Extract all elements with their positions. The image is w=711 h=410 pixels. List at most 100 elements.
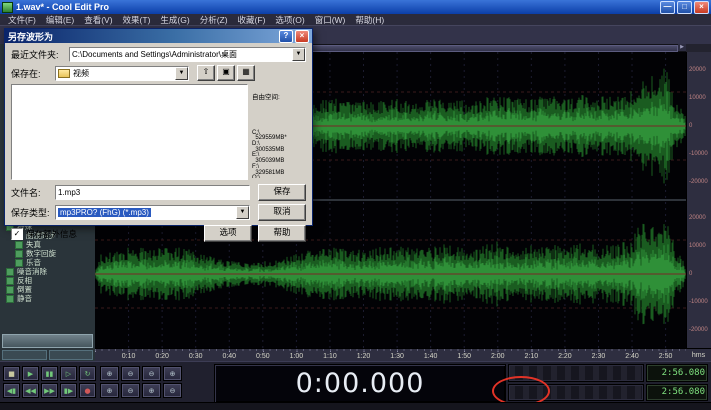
menu-bar: 文件(F)编辑(E)查看(V)效果(T)生成(G)分析(Z)收藏(F)选项(O)…: [0, 14, 711, 25]
zoom-selection-button[interactable]: ⊕: [163, 366, 182, 381]
free-space-line: Q:\: [252, 176, 306, 178]
menu-item[interactable]: 窗口(W): [310, 14, 351, 26]
free-space-panel: 自由空间: C:\ 529559MB*D:\ 300535MBE:\ 30503…: [252, 84, 306, 178]
amplitude-ruler[interactable]: 20000100000-10000-2000020000100000-10000…: [686, 52, 711, 348]
menu-item[interactable]: 收藏(F): [233, 14, 271, 26]
sidebar-tab-1[interactable]: [2, 350, 47, 360]
save-in-select[interactable]: 视频 ▼: [55, 66, 189, 81]
tree-item-label: 静音: [17, 294, 32, 303]
sidebar-bottom-button[interactable]: [2, 334, 93, 348]
menu-item[interactable]: 编辑(E): [41, 14, 79, 26]
fast-forward-button[interactable]: ▶▶: [41, 383, 58, 398]
menu-item[interactable]: 文件(F): [3, 14, 41, 26]
amplitude-label: -10000: [689, 151, 708, 157]
go-to-end-button[interactable]: ▮▶: [60, 383, 77, 398]
time-ruler-label: 2:30: [592, 353, 606, 360]
filetype-value: mp3PRO? (FhG) (*.mp3): [58, 208, 151, 217]
tree-item-label: 反相: [17, 276, 32, 285]
time-ruler-label: 1:40: [424, 353, 438, 360]
play-button[interactable]: ▶: [22, 366, 39, 381]
recent-folder-label: 最近文件夹:: [11, 48, 69, 61]
zoom-full-button[interactable]: ⊖: [142, 366, 161, 381]
effect-icon: [6, 295, 14, 303]
save-in-value: 视频: [73, 68, 89, 79]
save-button[interactable]: 保存: [258, 184, 306, 201]
app-icon: [2, 2, 13, 13]
new-folder-icon[interactable]: ▣: [217, 65, 235, 81]
dialog-close-icon[interactable]: ×: [295, 30, 309, 43]
menu-item[interactable]: 分析(Z): [195, 14, 233, 26]
file-list[interactable]: [11, 84, 248, 180]
info-row: 2:56.080: [508, 364, 708, 382]
menu-item[interactable]: 帮助(H): [350, 14, 389, 26]
length-time-value: 2:56.080: [646, 384, 708, 402]
free-space-title: 自由空间:: [252, 95, 306, 101]
chevron-down-icon[interactable]: ▼: [292, 48, 305, 61]
menu-item[interactable]: 查看(V): [79, 14, 117, 26]
record-button[interactable]: ●: [79, 383, 96, 398]
window-title: 1.wav* - Cool Edit Pro: [16, 2, 109, 12]
zoom-out-vertical-button[interactable]: ⊖: [121, 383, 140, 398]
time-ruler-label: 1:00: [290, 353, 304, 360]
time-ruler-label: 1:50: [457, 353, 471, 360]
filetype-select[interactable]: mp3PRO? (FhG) (*.mp3) ▼: [55, 205, 250, 220]
length-time-value: 2:56.080: [646, 364, 708, 382]
folder-icon: [58, 69, 70, 78]
app-window: 1.wav* - Cool Edit Pro — □ × 文件(F)编辑(E)查…: [0, 0, 711, 410]
time-ruler-label: 0:30: [189, 353, 203, 360]
tree-item[interactable]: 噪音消除: [2, 267, 94, 276]
filename-input[interactable]: 1.mp3: [55, 185, 250, 200]
sidebar-tab-2[interactable]: [49, 350, 94, 360]
tree-item[interactable]: 数字回旋: [2, 249, 94, 258]
zoom-in-vertical-button[interactable]: ⊕: [100, 383, 119, 398]
rewind-button[interactable]: ◀◀: [22, 383, 39, 398]
recent-folder-value: C:\Documents and Settings\Administrator\…: [72, 49, 237, 60]
effect-icon: [6, 277, 14, 285]
options-button[interactable]: 选项: [204, 225, 252, 242]
tree-item-label: 数字回旋: [26, 249, 56, 258]
zoom-out-button[interactable]: ⊖: [121, 366, 140, 381]
extra-info-checkbox[interactable]: ✓: [11, 228, 23, 240]
stop-button[interactable]: ■: [3, 366, 20, 381]
close-button[interactable]: ×: [694, 1, 709, 14]
time-ruler-label: 2:50: [659, 353, 673, 360]
pause-button[interactable]: ▮▮: [41, 366, 58, 381]
zoom-left-edge-button[interactable]: ⊕: [142, 383, 161, 398]
save-in-label: 保存在:: [11, 67, 55, 80]
tree-item[interactable]: 反相: [2, 276, 94, 285]
dialog-title-bar[interactable]: 另存波形为 ? ×: [5, 29, 312, 43]
position-time-display: 0:00.000: [214, 364, 506, 403]
save-as-dialog: 另存波形为 ? × 最近文件夹: C:\Documents and Settin…: [4, 28, 313, 226]
view-menu-icon[interactable]: ▦: [237, 65, 255, 81]
time-ruler-label: 0:20: [155, 353, 169, 360]
chevron-down-icon[interactable]: ▼: [175, 67, 188, 80]
scroll-right-icon[interactable]: ▶: [678, 44, 686, 51]
chevron-down-icon[interactable]: ▼: [236, 206, 249, 219]
menu-item[interactable]: 选项(O): [270, 14, 309, 26]
up-one-level-icon[interactable]: ⇧: [197, 65, 215, 81]
cancel-button[interactable]: 取消: [258, 204, 306, 221]
selection-view-panel: 2:56.080 2:56.080: [508, 364, 708, 401]
tree-item[interactable]: 静音: [2, 294, 94, 303]
zoom-right-edge-button[interactable]: ⊖: [163, 383, 182, 398]
menu-item[interactable]: 效果(T): [118, 14, 156, 26]
help-button[interactable]: 帮助: [258, 225, 306, 242]
time-ruler-label: 2:10: [525, 353, 539, 360]
zoom-in-button[interactable]: ⊕: [100, 366, 119, 381]
time-ruler[interactable]: 0:100:200:300:400:501:001:101:201:301:40…: [95, 348, 686, 362]
play-to-end-button[interactable]: ▷: [60, 366, 77, 381]
tree-item[interactable]: 乐音: [2, 258, 94, 267]
recent-folder-select[interactable]: C:\Documents and Settings\Administrator\…: [69, 47, 306, 62]
time-ruler-label: 1:30: [390, 353, 404, 360]
maximize-button[interactable]: □: [677, 1, 692, 14]
menu-item[interactable]: 生成(G): [155, 14, 194, 26]
loop-play-button[interactable]: ↻: [79, 366, 96, 381]
info-panel: [508, 364, 644, 382]
dialog-help-icon[interactable]: ?: [279, 30, 293, 43]
minimize-button[interactable]: —: [660, 1, 675, 14]
filetype-label: 保存类型:: [11, 206, 55, 219]
tree-item[interactable]: 倒置: [2, 285, 94, 294]
amplitude-label: -20000: [689, 179, 708, 185]
time-unit-label: hms: [686, 348, 711, 362]
go-to-start-button[interactable]: ◀▮: [3, 383, 20, 398]
